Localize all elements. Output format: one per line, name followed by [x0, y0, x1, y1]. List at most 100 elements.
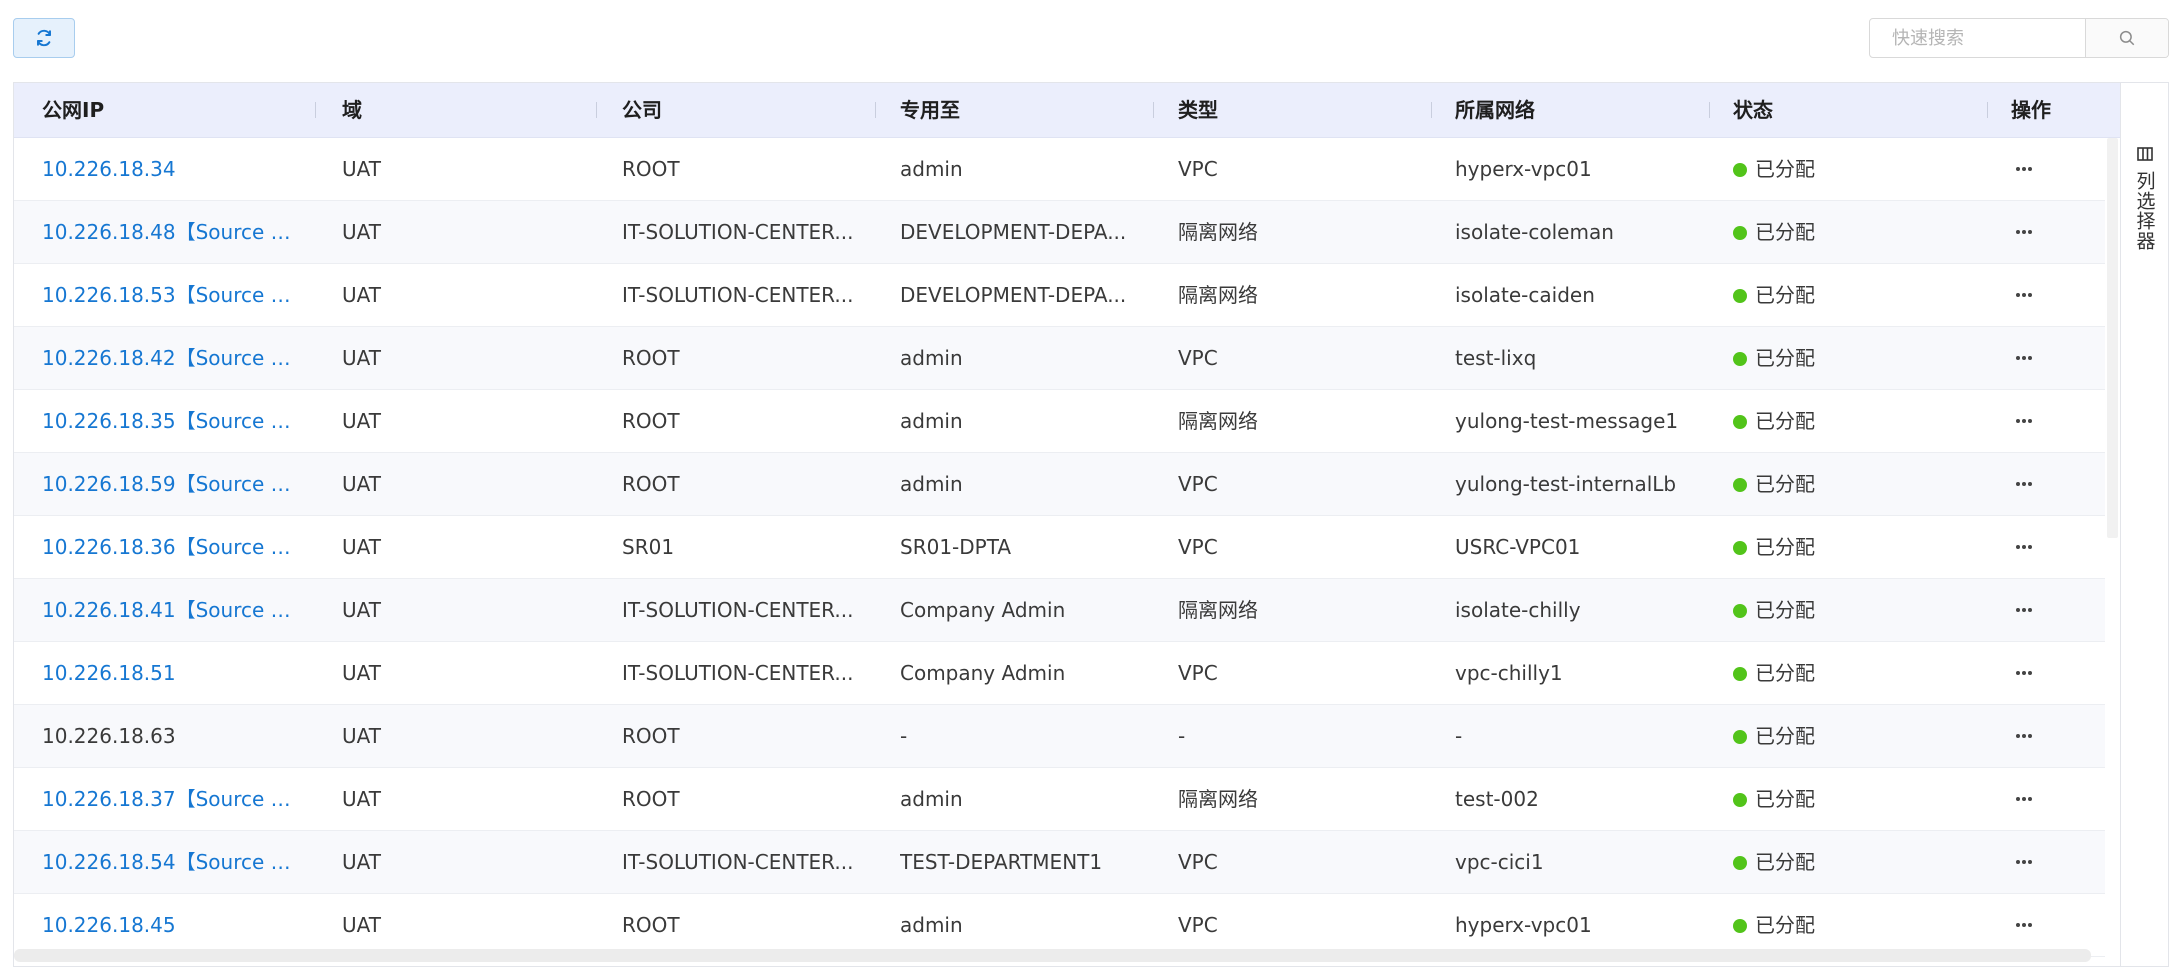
- cell-type: VPC: [1178, 472, 1218, 496]
- cell-network: isolate-caiden: [1455, 283, 1595, 307]
- cell-company: SR01: [622, 535, 675, 559]
- row-actions-more-icon[interactable]: [2011, 220, 2037, 244]
- column-header-actions: 操作: [2011, 98, 2051, 122]
- row-actions-more-icon[interactable]: [2011, 409, 2037, 433]
- public-ip-link[interactable]: 10.226.18.45: [42, 894, 297, 956]
- cell-domain: UAT: [342, 157, 381, 181]
- row-actions-more-icon[interactable]: [2011, 598, 2037, 622]
- cell-network: yulong-test-message1: [1455, 409, 1679, 433]
- cell-domain: UAT: [342, 913, 381, 937]
- column-resize-handle[interactable]: [315, 102, 316, 118]
- table-row: 10.226.18.53【Source N... UAT IT-SOLUTION-C…: [14, 264, 2105, 327]
- row-actions-more-icon[interactable]: [2011, 283, 2037, 307]
- row-actions-more-icon[interactable]: [2011, 661, 2037, 685]
- column-header-type[interactable]: 类型: [1178, 83, 1218, 137]
- cell-company: ROOT: [622, 157, 680, 181]
- column-header-status[interactable]: 状态: [1733, 83, 1773, 137]
- column-header-company[interactable]: 公司: [622, 83, 662, 137]
- status-dot-icon: [1733, 541, 1747, 555]
- cell-domain: UAT: [342, 346, 381, 370]
- cell-network: isolate-coleman: [1455, 220, 1614, 244]
- row-actions-more-icon[interactable]: [2011, 724, 2037, 748]
- table-row: 10.226.18.63 UAT ROOT - - - 已分配: [14, 705, 2105, 768]
- row-actions-more-icon[interactable]: [2011, 787, 2037, 811]
- cell-domain: UAT: [342, 472, 381, 496]
- table-body: 10.226.18.34 UAT ROOT admin VPC hyperx-vpc01 已…: [14, 138, 2105, 957]
- column-header-dedicated-to[interactable]: 专用至: [900, 83, 960, 137]
- cell-dedicated-to: DEVELOPMENT-DEPA...: [900, 283, 1127, 307]
- public-ip-link[interactable]: 10.226.18.37【Source N...: [42, 768, 297, 830]
- row-actions-more-icon[interactable]: [2011, 157, 2037, 181]
- table-row: 10.226.18.42【Source N... UAT ROOT admin VPC t…: [14, 327, 2105, 390]
- cell-dedicated-to: admin: [900, 787, 963, 811]
- horizontal-scrollbar[interactable]: [14, 949, 2091, 962]
- column-header-domain[interactable]: 域: [342, 83, 362, 137]
- table-row: 10.226.18.51 UAT IT-SOLUTION-CENTER... Comp…: [14, 642, 2105, 705]
- column-header-network[interactable]: 所属网络: [1455, 83, 1535, 137]
- cell-network: vpc-chilly1: [1455, 661, 1563, 685]
- column-resize-handle[interactable]: [1987, 102, 1988, 118]
- table-row: 10.226.18.36【Source N... UAT SR01 SR01-DPTA…: [14, 516, 2105, 579]
- row-actions-more-icon[interactable]: [2011, 346, 2037, 370]
- column-header-public-ip[interactable]: 公网IP: [42, 83, 104, 137]
- column-resize-handle[interactable]: [596, 102, 597, 118]
- status-cell: 已分配: [1733, 894, 1963, 956]
- column-picker-panel: 列选择器: [2120, 83, 2168, 966]
- status-dot-icon: [1733, 793, 1747, 807]
- cell-dedicated-to: Company Admin: [900, 598, 1066, 622]
- vertical-scrollbar-thumb[interactable]: [2107, 138, 2118, 538]
- cell-network: yulong-test-internalLb: [1455, 472, 1677, 496]
- row-actions-more-icon[interactable]: [2011, 535, 2037, 559]
- cell-domain: UAT: [342, 787, 381, 811]
- public-ip-link[interactable]: 10.226.18.59【Source N...: [42, 453, 297, 515]
- public-ip-link[interactable]: 10.226.18.53【Source N...: [42, 264, 297, 326]
- cell-network: hyperx-vpc01: [1455, 913, 1592, 937]
- column-picker-button[interactable]: 列选择器: [2121, 147, 2168, 251]
- table-row: 10.226.18.45 UAT ROOT admin VPC hyperx-vpc01 已…: [14, 894, 2105, 957]
- status-label: 已分配: [1755, 283, 1815, 307]
- column-resize-handle[interactable]: [1709, 102, 1710, 118]
- column-resize-handle[interactable]: [875, 102, 876, 118]
- refresh-button[interactable]: [13, 18, 75, 58]
- search-button[interactable]: [2085, 19, 2168, 57]
- cell-type: VPC: [1178, 535, 1218, 559]
- row-actions-more-icon[interactable]: [2011, 913, 2037, 937]
- cell-dedicated-to: admin: [900, 472, 963, 496]
- status-cell: 已分配: [1733, 642, 1963, 704]
- cell-company: IT-SOLUTION-CENTER...: [622, 850, 854, 874]
- public-ip-link[interactable]: 10.226.18.48【Source N...: [42, 201, 297, 263]
- search-icon: [2119, 30, 2135, 46]
- public-ip-link[interactable]: 10.226.18.54【Source N...: [42, 831, 297, 893]
- row-actions-more-icon[interactable]: [2011, 472, 2037, 496]
- public-ip-link[interactable]: 10.226.18.42【Source N...: [42, 327, 297, 389]
- cell-public-ip: 10.226.18.63: [42, 724, 176, 748]
- status-dot-icon: [1733, 478, 1747, 492]
- public-ip-link[interactable]: 10.226.18.36【Source N...: [42, 516, 297, 578]
- row-actions-more-icon[interactable]: [2011, 850, 2037, 874]
- cell-company: ROOT: [622, 472, 680, 496]
- public-ip-link[interactable]: 10.226.18.35【Source N...: [42, 390, 297, 452]
- public-ip-link[interactable]: 10.226.18.41【Source N...: [42, 579, 297, 641]
- quick-search: [1869, 18, 2169, 58]
- public-ip-link[interactable]: 10.226.18.34: [42, 138, 297, 200]
- cell-domain: UAT: [342, 220, 381, 244]
- cell-type: VPC: [1178, 346, 1218, 370]
- cell-network: -: [1455, 724, 1463, 748]
- cell-type: -: [1178, 724, 1186, 748]
- cell-type: VPC: [1178, 157, 1218, 181]
- status-label: 已分配: [1755, 850, 1815, 874]
- column-resize-handle[interactable]: [1153, 102, 1154, 118]
- cell-type: 隔离网络: [1178, 598, 1258, 622]
- status-label: 已分配: [1755, 472, 1815, 496]
- status-cell: 已分配: [1733, 705, 1963, 767]
- status-dot-icon: [1733, 856, 1747, 870]
- table-row: 10.226.18.41【Source N... UAT IT-SOLUTION-C…: [14, 579, 2105, 642]
- status-cell: 已分配: [1733, 768, 1963, 830]
- public-ip-link[interactable]: 10.226.18.51: [42, 642, 297, 704]
- status-label: 已分配: [1755, 661, 1815, 685]
- status-cell: 已分配: [1733, 390, 1963, 452]
- column-picker-label: 列选择器: [2133, 171, 2156, 251]
- search-input[interactable]: [1870, 19, 2085, 57]
- status-cell: 已分配: [1733, 516, 1963, 578]
- column-resize-handle[interactable]: [1431, 102, 1432, 118]
